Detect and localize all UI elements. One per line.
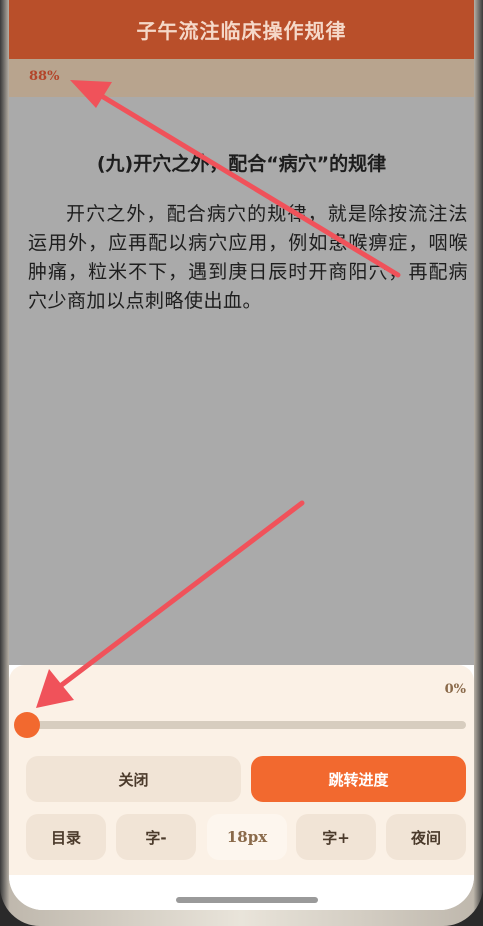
progress-slider-track[interactable]: [26, 721, 466, 729]
bottom-safe-area: [9, 875, 474, 910]
jump-to-progress-button[interactable]: 跳转进度: [251, 756, 466, 802]
slider-percent-label: 0%: [444, 682, 466, 697]
title-bar: 子午流注临床操作规律: [9, 0, 474, 59]
reader-content[interactable]: (九)开穴之外，配合“病穴”的规律 开穴之外，配合病穴的规律，就是除按流注法运用…: [9, 97, 474, 665]
section-heading: (九)开穴之外，配合“病穴”的规律: [96, 153, 387, 175]
section-paragraph: 开穴之外，配合病穴的规律，就是除按流注法运用外，应再配以病穴应用，例如患喉痹症，…: [28, 203, 468, 312]
toc-button[interactable]: 目录: [26, 814, 106, 860]
home-indicator[interactable]: [176, 897, 318, 903]
reading-progress-label: 88%: [29, 69, 60, 84]
progress-panel: 0% 关闭 跳转进度 目录 字- 18px 字+ 夜间: [9, 665, 474, 875]
font-decrease-button[interactable]: 字-: [116, 814, 196, 860]
progress-slider-thumb[interactable]: [14, 712, 40, 738]
reading-progress-bar: 88%: [9, 59, 474, 97]
close-button[interactable]: 关闭: [26, 756, 241, 802]
screen: 子午流注临床操作规律 88% (九)开穴之外，配合“病穴”的规律 开穴之外，配合…: [9, 0, 474, 910]
font-size-display: 18px: [207, 814, 287, 860]
page-title: 子午流注临床操作规律: [136, 19, 347, 43]
night-mode-button[interactable]: 夜间: [386, 814, 466, 860]
font-increase-button[interactable]: 字+: [296, 814, 376, 860]
